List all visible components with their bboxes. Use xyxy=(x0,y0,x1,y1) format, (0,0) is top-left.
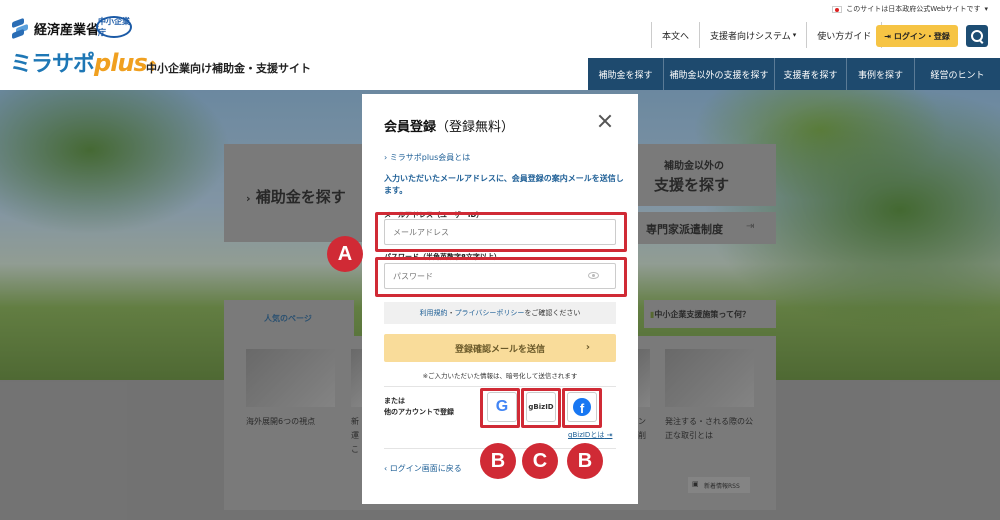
encryption-note: ※ご入力いただいた情報は、暗号化して送信されます xyxy=(422,372,578,380)
alt-login-line2: 他のアカウントで登録 xyxy=(384,408,454,416)
chusho-emblem[interactable]: 中小企業庁 xyxy=(96,16,132,38)
annotation-badge-b-right: B xyxy=(567,443,603,479)
nav-item-tips[interactable]: 経営のヒント xyxy=(915,58,1000,90)
logo-main: ミラサポ xyxy=(10,52,95,77)
modal-description: 入力いただいたメールアドレスに、会員登録の案内メールを送信します。 xyxy=(384,174,624,195)
modal-title: 会員登録（登録無料） xyxy=(384,116,514,135)
site-tagline: 中小企業向け補助金・支援サイト xyxy=(146,62,311,75)
divider xyxy=(384,386,616,387)
about-membership-link[interactable]: › ミラサポplus会員とは xyxy=(384,152,470,163)
annotation-highlight-password xyxy=(375,257,627,297)
util-link-supporter-system-label: 支援者向けシステム xyxy=(710,31,791,42)
search-icon[interactable] xyxy=(966,25,988,47)
japan-flag-icon xyxy=(832,5,843,13)
util-link-supporter-system[interactable]: 支援者向けシステム ▾ xyxy=(699,22,806,48)
gbizid-about-link[interactable]: gBizIDとは ⇥ xyxy=(568,430,612,440)
gbizid-about-label: gBizIDとは xyxy=(568,431,605,439)
meti-logo[interactable]: 経済産業省 xyxy=(10,17,100,40)
main-nav: 補助金を探す 補助金以外の支援を探す 支援者を探す 事例を探す 経営のヒント xyxy=(588,58,1000,90)
annotation-badge-c: C xyxy=(522,443,558,479)
nav-item-other-support[interactable]: 補助金以外の支援を探す xyxy=(664,58,775,90)
nav-item-supporters[interactable]: 支援者を探す xyxy=(775,58,847,90)
back-to-login-label: ログイン画面に戻る xyxy=(389,464,462,473)
login-button[interactable]: ⇥ ログイン・登録 xyxy=(876,25,958,47)
annotation-badge-b-left: B xyxy=(480,443,516,479)
meti-name: 経済産業省 xyxy=(34,22,100,38)
util-link-skip[interactable]: 本文へ xyxy=(651,22,699,48)
official-site-note-text: このサイトは日本政府公式Webサイトです xyxy=(846,5,981,13)
site-logo[interactable]: ミラサポplus↑ xyxy=(10,46,159,78)
terms-link[interactable]: 利用規約 xyxy=(420,308,448,318)
privacy-policy-link[interactable]: プライバシーポリシー xyxy=(455,308,525,318)
site-header: このサイトは日本政府公式Webサイトです ▾ 経済産業省 中小企業庁 ミラサポp… xyxy=(0,0,1000,90)
logo-plus: plus xyxy=(94,49,148,77)
about-membership-label: ミラサポplus会員とは xyxy=(389,153,471,162)
back-to-login-link[interactable]: ‹ ログイン画面に戻る xyxy=(384,463,462,474)
terms-separator: ・ xyxy=(447,309,455,317)
meti-mark-icon xyxy=(10,17,30,40)
login-button-label: ログイン・登録 xyxy=(893,31,950,41)
annotation-highlight-gbizid xyxy=(521,388,561,428)
terms-suffix: をご確認ください xyxy=(524,309,581,317)
terms-notice: 利用規約 ・ プライバシーポリシー をご確認ください xyxy=(384,302,616,324)
external-link-icon: ⇥ xyxy=(606,431,613,439)
modal-title-sub: （登録無料） xyxy=(436,120,515,135)
annotation-highlight-email xyxy=(375,212,627,252)
modal-title-main: 会員登録 xyxy=(384,120,437,135)
nav-item-subsidy[interactable]: 補助金を探す xyxy=(588,58,664,90)
utility-nav: 本文へ 支援者向けシステム ▾ 使い方ガイド xyxy=(651,22,883,48)
nav-item-cases[interactable]: 事例を探す xyxy=(847,58,915,90)
alt-login-text: または 他のアカウントで登録 xyxy=(384,396,454,418)
alt-login-line1: または xyxy=(384,397,405,405)
util-link-guide[interactable]: 使い方ガイド xyxy=(806,22,883,48)
send-confirmation-button[interactable]: 登録確認メールを送信 › xyxy=(384,334,616,362)
chevron-down-icon[interactable]: ▾ xyxy=(984,5,988,13)
chevron-down-icon: ▾ xyxy=(792,31,797,39)
annotation-badge-a: A xyxy=(327,236,363,272)
annotation-highlight-facebook xyxy=(562,388,602,428)
send-confirmation-label: 登録確認メールを送信 xyxy=(454,344,545,355)
close-icon[interactable] xyxy=(598,114,612,128)
login-icon: ⇥ xyxy=(884,31,891,41)
official-site-note: このサイトは日本政府公式Webサイトです ▾ xyxy=(832,4,988,14)
chevron-right-icon: › xyxy=(585,342,590,353)
annotation-highlight-google xyxy=(480,388,520,428)
